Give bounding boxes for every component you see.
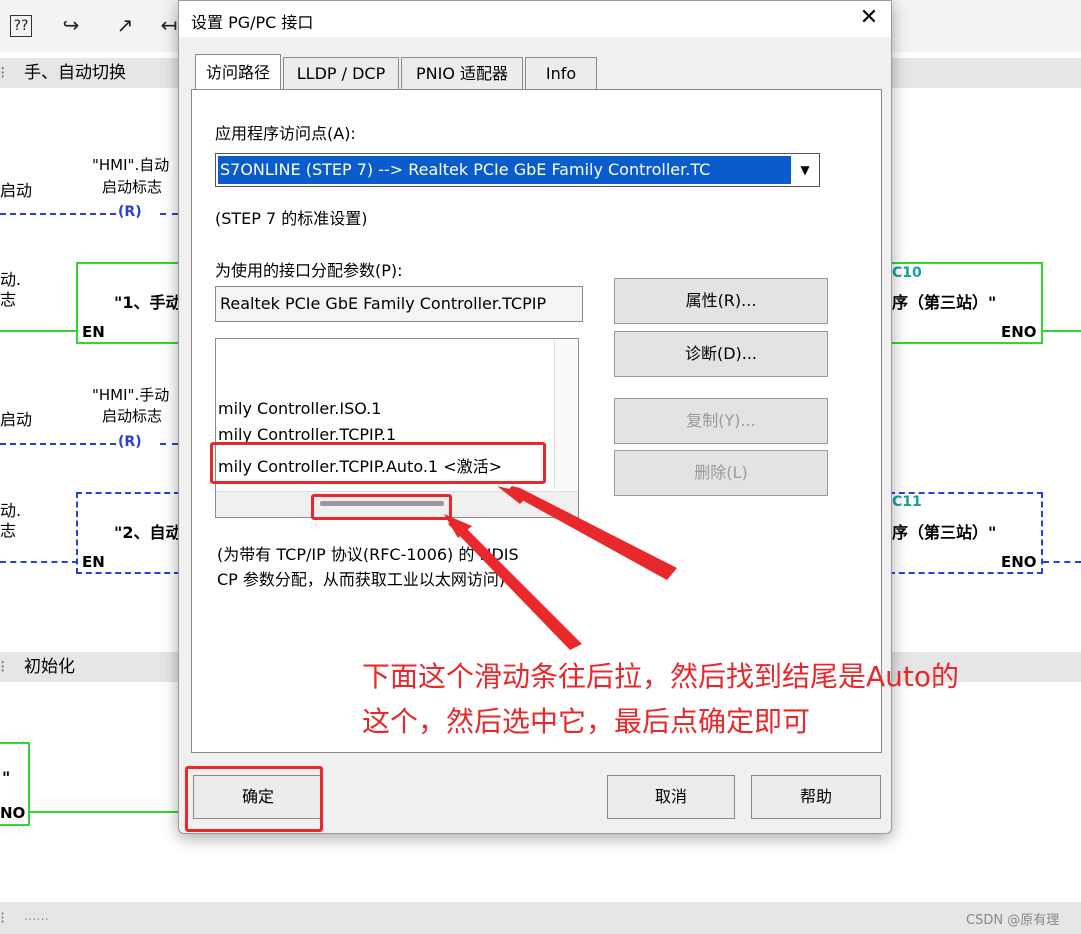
annotation-line-1: 下面这个滑动条往后拉，然后找到结尾是Auto的	[362, 660, 960, 693]
arrow-to-scrollbar	[448, 520, 582, 650]
arrow-to-auto-item	[506, 486, 677, 580]
annotation-arrows	[444, 486, 677, 650]
annotation-line-2: 这个，然后选中它，最后点确定即可	[362, 705, 811, 738]
